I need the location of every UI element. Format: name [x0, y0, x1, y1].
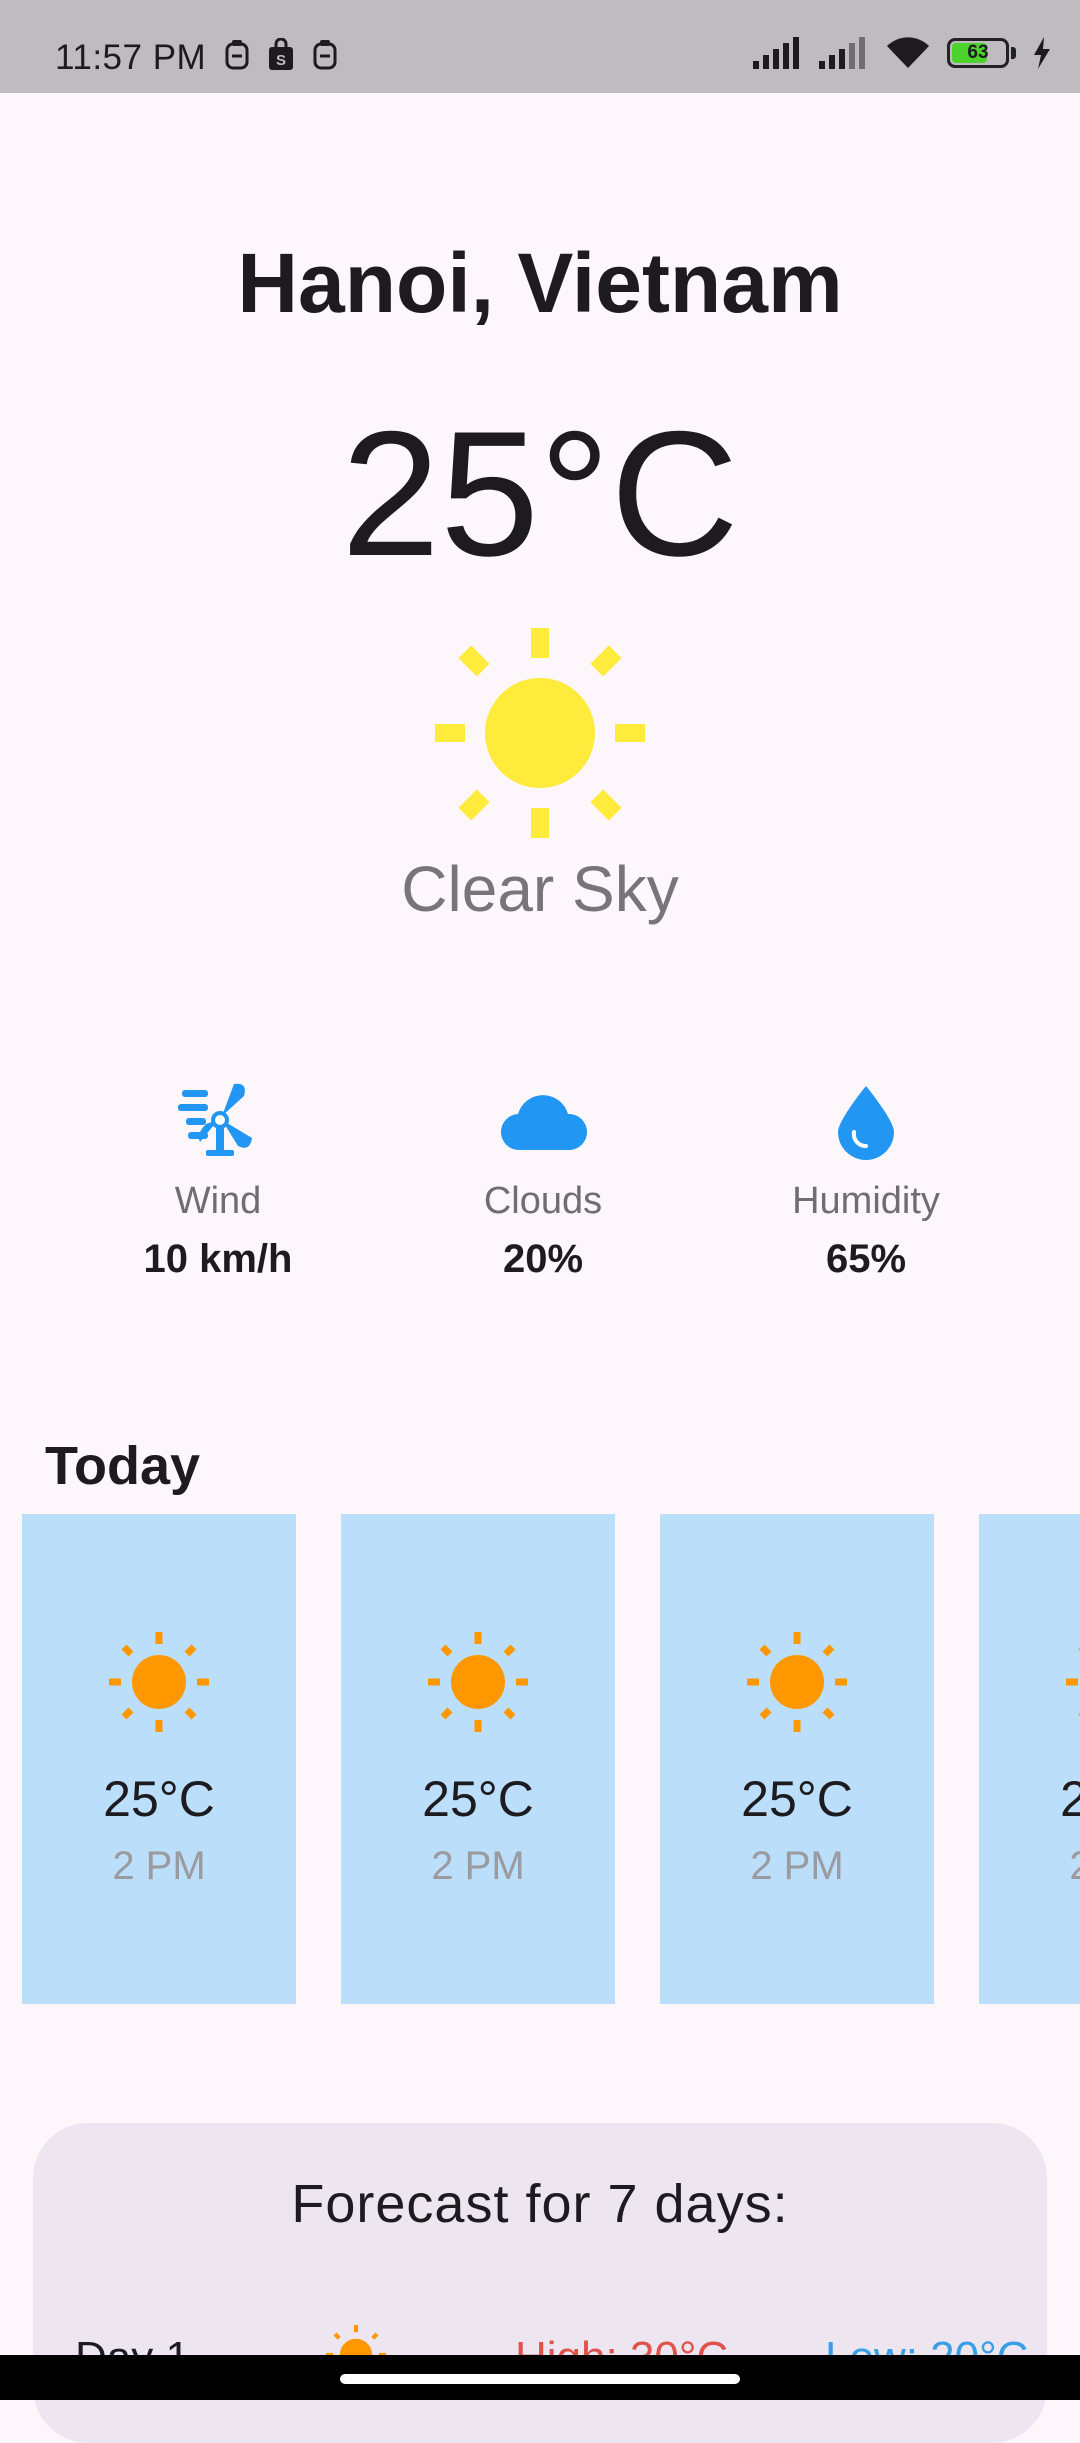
svg-text:S: S — [276, 52, 286, 69]
charging-icon — [1034, 37, 1050, 69]
status-right-icons: 63 — [753, 36, 1052, 70]
status-time: 11:57 PM — [55, 38, 207, 77]
navigation-bar — [0, 2355, 1080, 2400]
signal-icon — [819, 37, 865, 69]
current-temperature: 25°C — [341, 394, 739, 593]
notification-icon — [225, 40, 249, 70]
hourly-temp: 25°C — [741, 1771, 853, 1827]
metric-wind: Wind 10 km/h — [68, 1080, 368, 1282]
status-bar: 11:57 PM S 63 — [0, 0, 1080, 93]
status-left-icons: S — [222, 38, 340, 72]
wifi-icon — [887, 37, 929, 68]
signal-icon — [753, 37, 799, 69]
cloud-icon — [500, 1095, 588, 1151]
metric-humidity: Humidity 65% — [716, 1080, 1016, 1282]
metric-value: 65% — [825, 1237, 907, 1281]
hourly-time: 2 PM — [750, 1844, 844, 1888]
hourly-card[interactable]: 25°C 2 PM — [979, 1514, 1080, 2004]
hourly-forecast-list[interactable]: 25°C 2 PM 25°C 2 PM 25°C 2 PM 2 — [0, 1514, 1080, 2004]
hourly-time: 2 PM — [112, 1844, 206, 1888]
notification-icon — [313, 40, 337, 70]
metric-value: 20% — [502, 1237, 584, 1281]
battery-tip — [1011, 47, 1016, 59]
metric-clouds: Clouds 20% — [393, 1080, 693, 1282]
hourly-temp: 25°C — [103, 1771, 215, 1827]
forecast-title: Forecast for 7 days: — [291, 2174, 789, 2234]
metric-label: Wind — [174, 1180, 262, 1222]
metric-label: Clouds — [483, 1180, 603, 1222]
today-title: Today — [45, 1436, 201, 1496]
sun-icon — [428, 1632, 528, 1732]
metric-label: Humidity — [792, 1180, 940, 1222]
battery-icon: 63 — [947, 38, 1009, 68]
sun-icon — [435, 628, 645, 838]
water-drop-icon — [838, 1086, 894, 1160]
wind-icon — [178, 1083, 252, 1156]
hourly-time: 2 PM — [431, 1844, 525, 1888]
hourly-card[interactable]: 25°C 2 PM — [660, 1514, 934, 2004]
sun-icon — [1066, 1648, 1080, 1716]
metric-value: 10 km/h — [143, 1237, 293, 1281]
shopping-bag-icon: S — [269, 38, 293, 70]
hourly-time: 2 PM — [979, 1844, 1080, 1889]
sun-icon — [109, 1632, 209, 1732]
city-title: Hanoi, Vietnam — [237, 236, 843, 330]
hourly-card[interactable]: 25°C 2 PM — [22, 1514, 296, 2004]
hourly-temp: 25°C — [1060, 1771, 1080, 1827]
hourly-card[interactable]: 25°C 2 PM — [341, 1514, 615, 2004]
weather-condition: Clear Sky — [401, 853, 679, 925]
sun-icon — [747, 1632, 847, 1732]
battery-level: 63 — [967, 42, 989, 63]
home-handle[interactable] — [340, 2374, 740, 2384]
hourly-temp: 25°C — [422, 1771, 534, 1827]
